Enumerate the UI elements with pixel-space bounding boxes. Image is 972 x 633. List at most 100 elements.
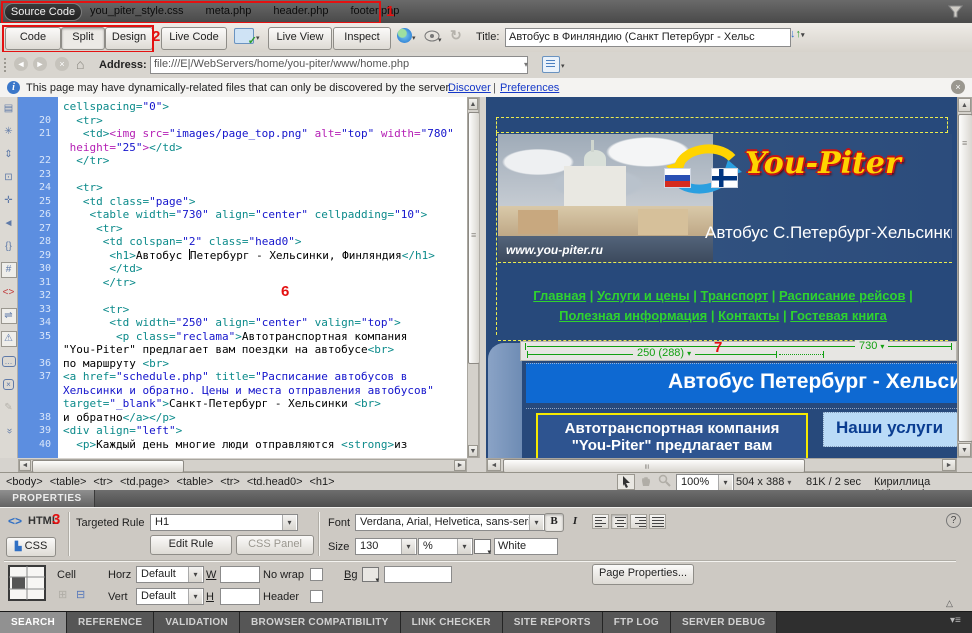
font-select[interactable]: Verdana, Arial, Helvetica, sans-serif▾ xyxy=(355,514,545,531)
address-input[interactable]: file:///E|/WebServers/home/you-piter/www… xyxy=(150,56,528,74)
edit-rule-button[interactable]: Edit Rule xyxy=(150,535,232,555)
highlight-invalid-code-icon[interactable]: <> xyxy=(1,285,17,301)
css-mode-button[interactable]: ▙ CSS xyxy=(6,537,56,557)
preferences-link[interactable]: Preferences xyxy=(500,82,559,94)
results-tab-ftp-log[interactable]: FTP LOG xyxy=(603,612,671,633)
live-view-button[interactable]: Live View xyxy=(268,27,332,50)
word-wrap-icon[interactable]: ⇌ xyxy=(1,308,17,324)
collapse-selection-icon[interactable]: ⊡ xyxy=(1,170,17,186)
page-heading-bar[interactable]: Автобус Петербург - Хельсинки xyxy=(526,363,957,403)
forward-icon[interactable]: ► xyxy=(33,57,47,71)
table-width-bar[interactable]: 730 ▾ 250 (288) ▾ xyxy=(520,341,957,361)
preview-in-browser-globe-icon[interactable] xyxy=(397,28,412,43)
discover-link[interactable]: Discover xyxy=(448,82,491,94)
tag-selector-item[interactable]: <table> xyxy=(50,476,87,488)
align-left-icon[interactable] xyxy=(592,514,609,529)
nav-link[interactable]: Главная xyxy=(533,288,586,303)
collapse-panel-icon[interactable]: △ xyxy=(946,598,953,609)
align-justify-icon[interactable] xyxy=(649,514,666,529)
width-marker-730[interactable]: 730 ▾ xyxy=(855,340,888,352)
design-scroll-left-icon[interactable]: ◄ xyxy=(487,459,501,471)
design-scroll-thumb[interactable]: ≡ xyxy=(958,114,972,442)
tag-selector-item[interactable]: <td.page> xyxy=(120,476,170,488)
balance-braces-icon[interactable]: {} xyxy=(1,239,17,255)
tag-selector-item[interactable]: <tr> xyxy=(93,476,113,488)
design-view[interactable]: www.you-piter.ru You-Piter Автобус С.Пет… xyxy=(486,97,957,458)
results-tab-browser-compatibility[interactable]: BROWSER COMPATIBILITY xyxy=(240,612,401,633)
hand-tool-icon[interactable] xyxy=(636,474,654,490)
nav-link[interactable]: Расписание рейсов xyxy=(779,288,905,303)
targeted-rule-select[interactable]: H1▾ xyxy=(150,514,298,531)
inspect-button[interactable]: Inspect xyxy=(333,27,391,50)
page-properties-button[interactable]: Page Properties... xyxy=(592,564,694,585)
scroll-left-icon[interactable]: ◄ xyxy=(19,460,31,471)
panel-menu-icon[interactable]: ▾≡ xyxy=(950,615,961,626)
design-scroll-up-icon[interactable]: ▲ xyxy=(958,98,971,112)
home-icon[interactable]: ⌂ xyxy=(76,56,84,72)
nav-link[interactable]: Услуги и цены xyxy=(597,288,690,303)
site-banner[interactable]: www.you-piter.ru You-Piter Автобус С.Пет… xyxy=(498,134,952,263)
tag-selector-item[interactable]: <tr> xyxy=(220,476,240,488)
bold-button[interactable]: B xyxy=(544,513,564,532)
filter-related-files-icon[interactable] xyxy=(948,4,963,19)
code-horizontal-scrollbar[interactable]: ◄ ► xyxy=(18,459,467,472)
back-icon[interactable]: ◄ xyxy=(14,57,28,71)
options-dropdown-arrow[interactable]: ▾ xyxy=(561,62,565,70)
syntax-error-alerts-icon[interactable]: ⚠ xyxy=(1,331,17,347)
align-right-icon[interactable] xyxy=(630,514,647,529)
text-color-swatch[interactable] xyxy=(474,539,491,554)
code-vertical-scrollbar[interactable]: ▲ ≡ ▼ xyxy=(467,97,479,458)
results-tab-site-reports[interactable]: SITE REPORTS xyxy=(503,612,603,633)
line-numbers-icon[interactable]: # xyxy=(1,262,17,278)
italic-button[interactable]: I xyxy=(565,513,585,532)
zoom-tool-icon[interactable] xyxy=(655,474,673,490)
magnification-select[interactable]: 100%▾ xyxy=(676,474,734,491)
address-dropdown-arrow[interactable]: ▾ xyxy=(524,60,528,69)
merge-cells-icon[interactable]: ⊞ xyxy=(58,588,67,601)
scroll-down-icon[interactable]: ▼ xyxy=(468,445,478,457)
nav-link[interactable]: Гостевая книга xyxy=(790,308,887,323)
code-navigator-icon[interactable]: ✳ xyxy=(1,124,17,140)
css-panel-button[interactable]: CSS Panel xyxy=(236,535,314,555)
results-tab-link-checker[interactable]: LINK CHECKER xyxy=(401,612,503,633)
check-browser-compatibility-icon[interactable]: ✓ xyxy=(234,28,254,44)
apply-comment-icon[interactable]: … xyxy=(1,354,17,370)
check-compat-dropdown-arrow[interactable]: ▾ xyxy=(256,34,260,42)
remove-comment-icon[interactable]: × xyxy=(1,377,17,393)
close-info-bar-icon[interactable]: × xyxy=(951,80,965,94)
size-select[interactable]: 130▾ xyxy=(355,538,417,555)
design-hscroll-thumb[interactable]: ≡ xyxy=(503,459,805,473)
select-parent-tag-icon[interactable]: ◄ xyxy=(1,216,17,232)
toolbar-grip[interactable] xyxy=(4,58,10,72)
cell-height-input[interactable] xyxy=(220,588,260,605)
services-box[interactable]: Наши услуги xyxy=(823,412,957,447)
results-tab-search[interactable]: SEARCH xyxy=(0,612,67,633)
scroll-up-icon[interactable]: ▲ xyxy=(468,98,478,110)
width-marker-250[interactable]: 250 (288) ▾ xyxy=(633,347,695,359)
live-view-options-icon[interactable] xyxy=(542,56,560,73)
design-horizontal-scrollbar[interactable]: ◄ ≡ ► xyxy=(486,458,957,472)
scroll-right-icon[interactable]: ► xyxy=(454,460,466,471)
bg-color-input[interactable] xyxy=(384,566,452,583)
horz-select[interactable]: Default▾ xyxy=(136,566,204,583)
stop-icon[interactable]: × xyxy=(55,57,69,71)
select-tool-icon[interactable] xyxy=(617,474,635,490)
title-input[interactable]: Автобус в Финляндию (Санкт Петербург - Х… xyxy=(505,28,791,47)
refresh-icon[interactable]: ↻ xyxy=(450,27,462,44)
live-code-button[interactable]: Live Code xyxy=(161,27,227,50)
cell-width-input[interactable] xyxy=(220,566,260,583)
promo-box[interactable]: Автотранспортная компания "You-Piter" пр… xyxy=(536,413,808,458)
window-size-select[interactable]: 504 x 388 ▾ xyxy=(736,476,791,488)
nav-link[interactable]: Контакты xyxy=(718,308,779,323)
more-icon[interactable]: » xyxy=(1,423,17,439)
code-editor[interactable]: cellspacing="0">20 <tr>21 <td><img src="… xyxy=(18,100,467,451)
tag-selector-item[interactable]: <td.head0> xyxy=(247,476,303,488)
file-management-icon[interactable]: ↓↑▾ xyxy=(790,28,805,40)
properties-tab[interactable]: PROPERTIES xyxy=(0,490,95,507)
visual-aids-eye-icon[interactable]: ▾ xyxy=(424,29,442,43)
format-source-icon[interactable]: ✎ xyxy=(1,400,17,416)
nowrap-checkbox[interactable] xyxy=(310,568,323,581)
header-checkbox[interactable] xyxy=(310,590,323,603)
results-tab-reference[interactable]: REFERENCE xyxy=(67,612,154,633)
align-center-icon[interactable] xyxy=(611,514,628,529)
